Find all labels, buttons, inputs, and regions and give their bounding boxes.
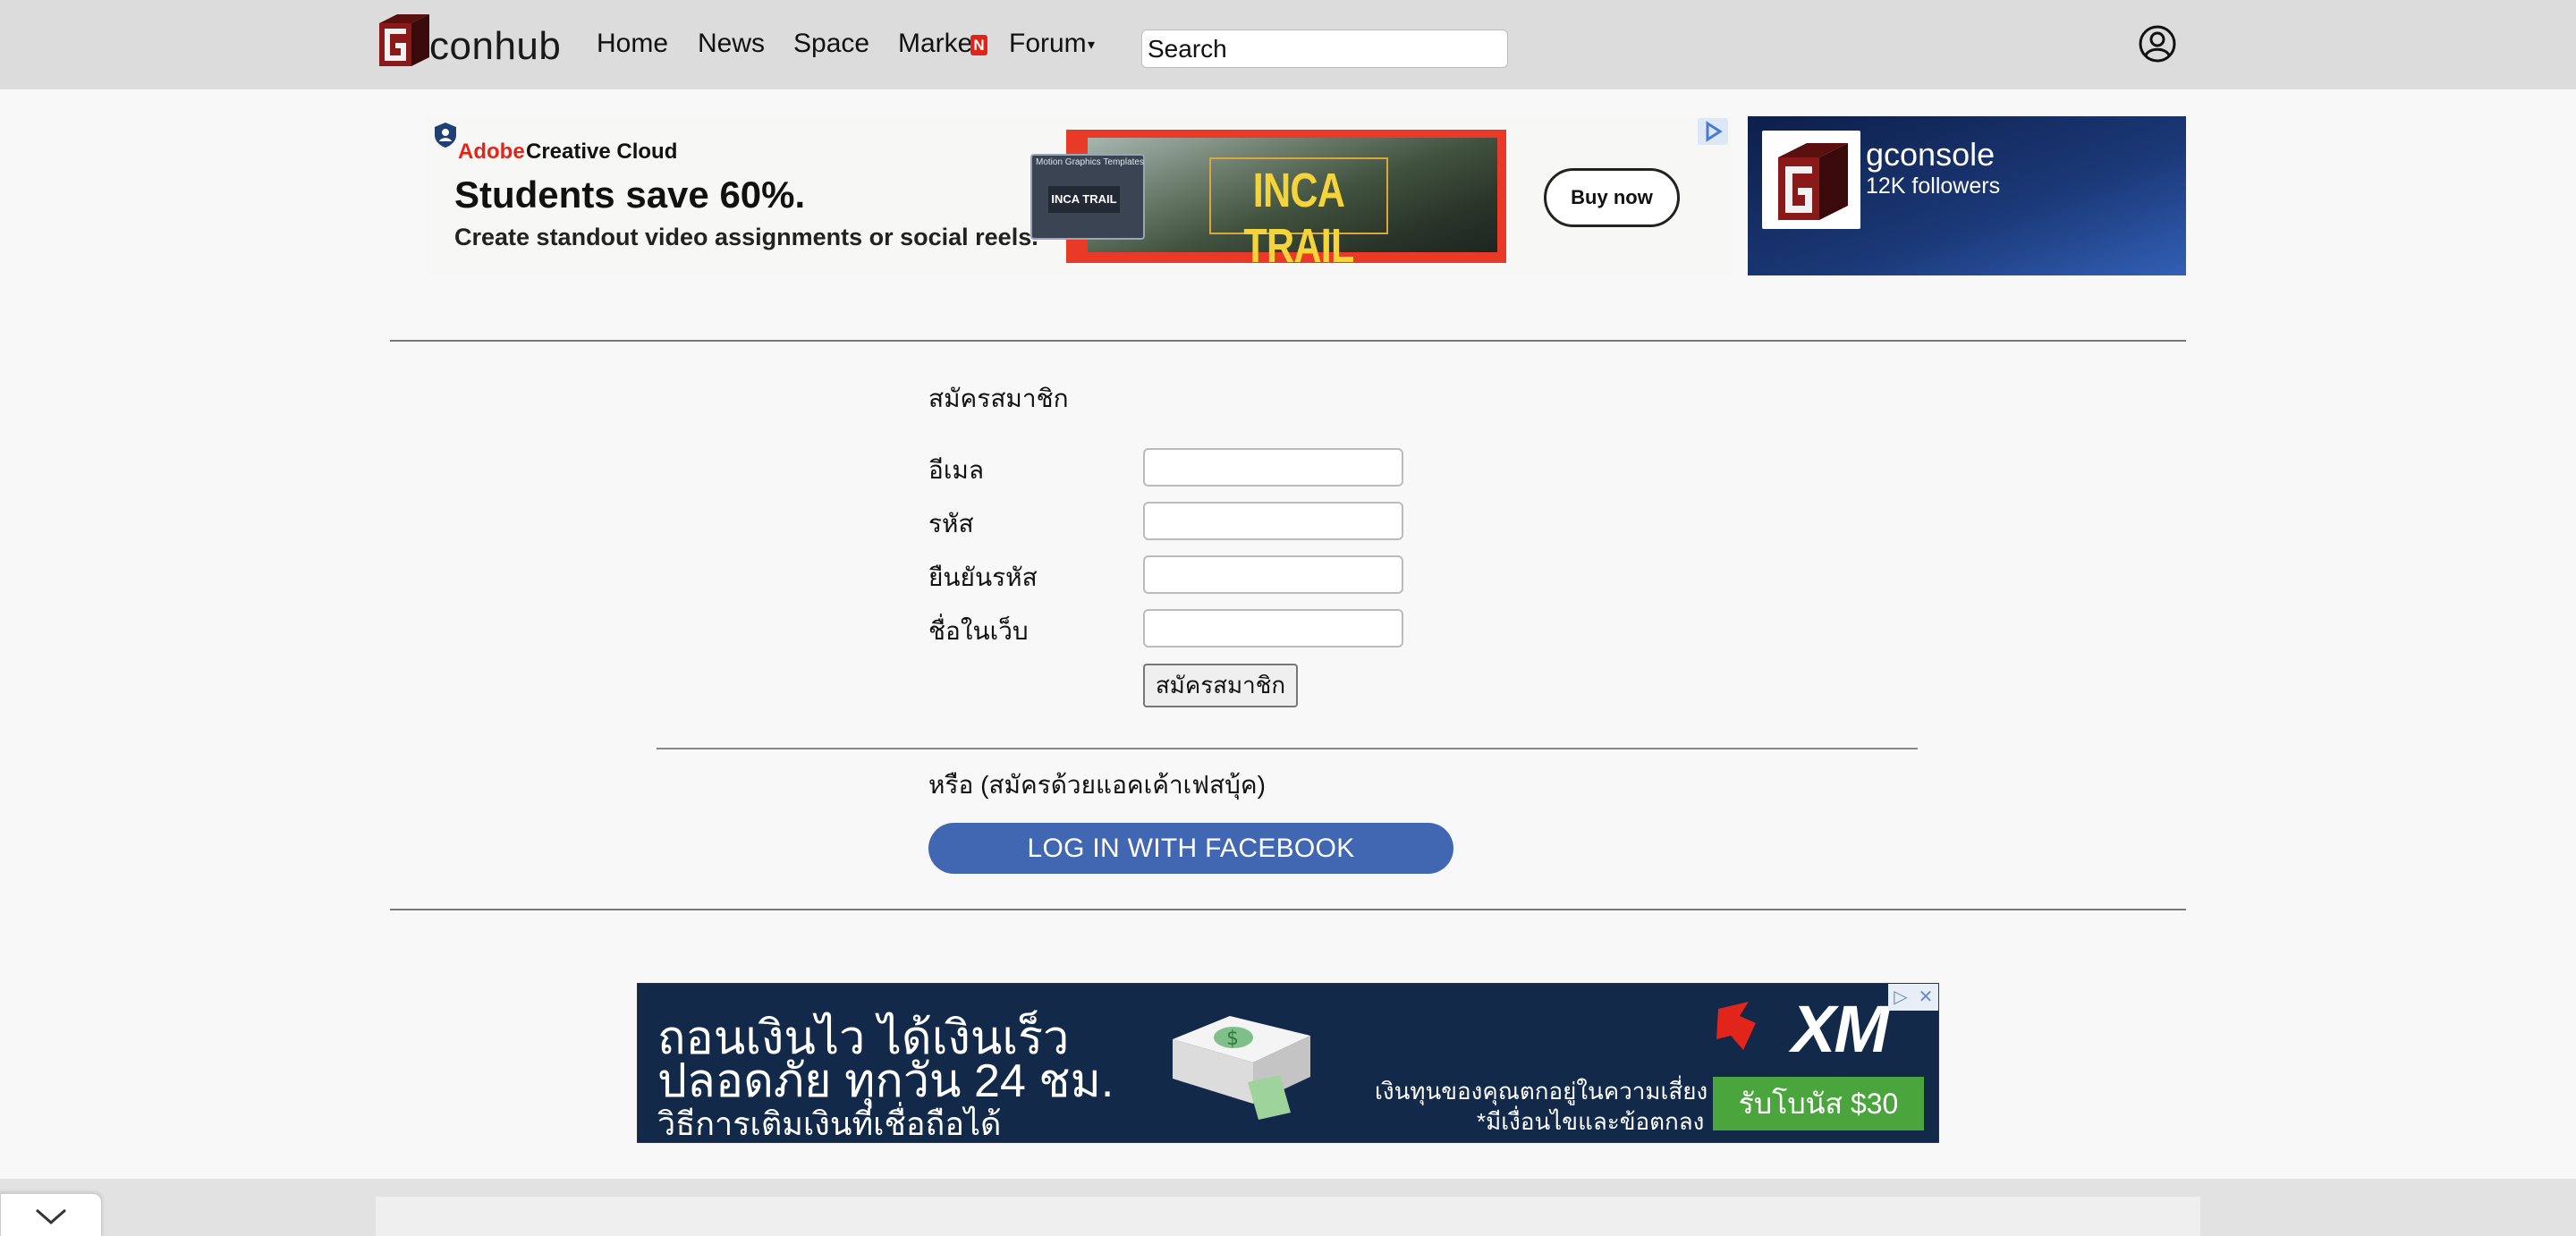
creative-cloud-brand: Creative Cloud [526, 140, 678, 164]
confirm-password-field[interactable] [1143, 555, 1403, 594]
gamer-cube-logo-icon [376, 11, 433, 70]
gconsole-avatar [1762, 131, 1860, 229]
inca-trail-title: INCA TRAIL [1243, 164, 1354, 273]
follower-count: 12K followers [1866, 174, 2001, 199]
nav-home[interactable]: Home [597, 29, 668, 58]
thumbnail-title: INCA TRAIL [1048, 186, 1120, 213]
ad-headline: Students save 60%. [454, 174, 806, 216]
user-circle-icon[interactable] [2139, 25, 2176, 63]
gconsole-page-card[interactable]: gconsole 12K followers [1748, 116, 2186, 275]
email-label: อีเมล [928, 456, 985, 484]
xm-brand: XM [1792, 992, 1889, 1066]
adobe-ad-banner[interactable]: Adobe Creative Cloud Students save 60%. … [426, 116, 1732, 275]
close-icon[interactable]: ✕ [1913, 984, 1938, 1011]
nav-space[interactable]: Space [793, 29, 869, 58]
adobe-brand: Adobe [458, 140, 525, 164]
confirm-password-label: ยืนยันรหัส [928, 563, 1038, 591]
or-facebook-text: หรือ (สมัครด้วยแอคเค้าเฟสบุ้ค) [928, 771, 1266, 799]
nav-market[interactable]: Marke [898, 29, 972, 58]
svg-text:$: $ [1226, 1028, 1239, 1050]
bonus-button[interactable]: รับโบนัส $30 [1713, 1077, 1924, 1130]
password-label: รหัส [928, 510, 974, 538]
form-title: สมัครสมาชิก [928, 385, 1069, 412]
nav-news[interactable]: News [698, 29, 765, 58]
xm-ad-banner[interactable]: ถอนเงินไว ได้เงินเร็ว ปลอดภัย ทุกวัน 24 … [637, 983, 1939, 1143]
top-divider [390, 340, 2186, 342]
signup-submit-button[interactable]: สมัครสมาชิก [1143, 664, 1298, 707]
top-navbar: conhub Home News Space Marke N Forum ▾ [0, 0, 2576, 89]
adchoices-icon[interactable]: ▷ [1888, 984, 1913, 1011]
display-name-field[interactable] [1143, 609, 1403, 648]
caret-down-icon[interactable]: ▾ [1088, 36, 1095, 54]
middle-divider [657, 748, 1918, 749]
email-field[interactable] [1143, 448, 1403, 487]
shield-icon [435, 123, 456, 148]
ad-subline: Create standout video assignments or soc… [454, 224, 1038, 250]
display-name-label: ชื่อในเว็บ [928, 617, 1029, 645]
collapse-tab[interactable] [0, 1193, 102, 1236]
chevron-down-icon [36, 1208, 66, 1224]
nav-forum[interactable]: Forum [1009, 29, 1087, 58]
thumbnail-caption: Motion Graphics Templates [1036, 157, 1144, 167]
search-input[interactable] [1141, 30, 1508, 68]
bottom-divider [390, 909, 2186, 910]
logo-text: conhub [429, 24, 562, 68]
buy-now-button[interactable]: Buy now [1544, 168, 1680, 227]
new-badge: N [970, 35, 987, 55]
xm-bull-logo-icon [1716, 1002, 1756, 1050]
password-field[interactable] [1143, 502, 1403, 540]
adchoices-close-icon[interactable]: ▷ ✕ [1888, 984, 1938, 1011]
adchoices-icon[interactable] [1698, 118, 1728, 145]
terms-disclaimer: *มีเงื่อนไขและข้อตกลง [1477, 1108, 1705, 1135]
facebook-login-button[interactable]: LOG IN WITH FACEBOOK [928, 823, 1453, 874]
ad-line-3: วิธีการเติมเงินที่เชื่อถือได้ [657, 1105, 1002, 1142]
footer-panel [376, 1197, 2200, 1236]
money-box-icon: $ [1173, 1016, 1310, 1120]
site-logo[interactable]: conhub [376, 7, 561, 70]
page-name: gconsole [1866, 136, 1996, 173]
